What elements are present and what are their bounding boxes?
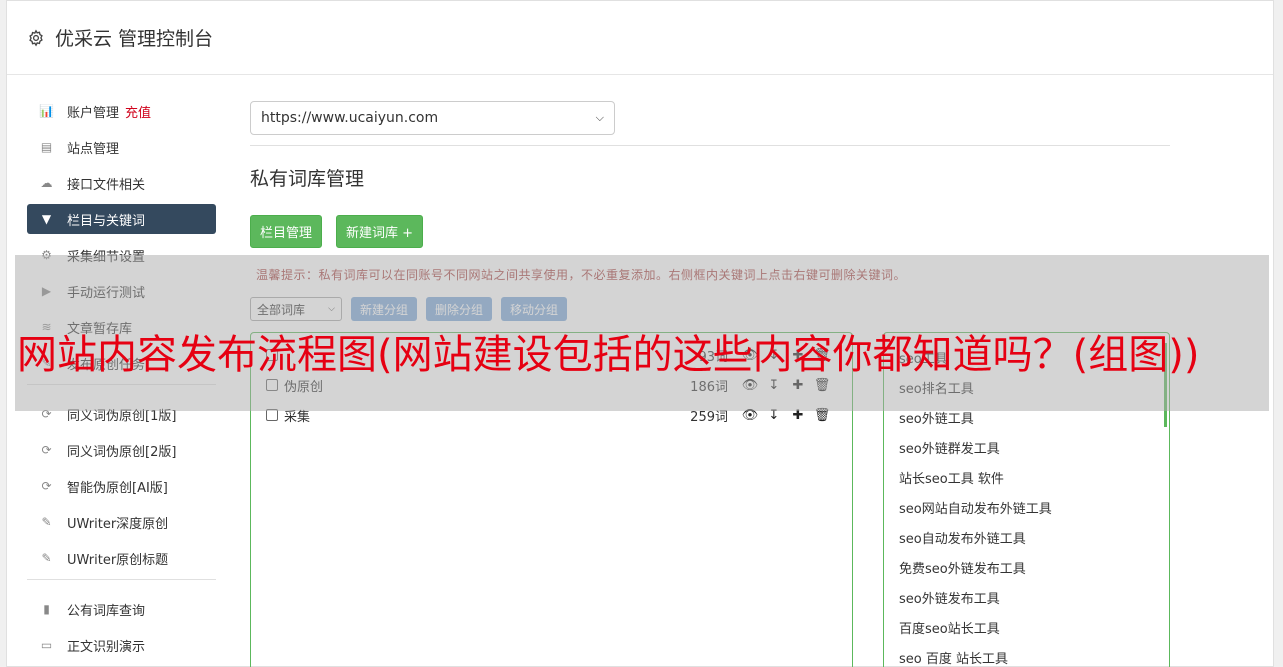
- sidebar-item[interactable]: ✎ UWriter原创标题: [27, 543, 216, 573]
- sidebar-item[interactable]: ▮ 公有词库查询: [27, 594, 216, 624]
- keyword-item[interactable]: 免费seo外链发布工具: [899, 558, 1026, 577]
- edit-icon: ✎: [41, 551, 52, 565]
- keyword-item[interactable]: 百度seo站长工具: [899, 618, 1000, 637]
- action-buttons: 栏目管理 新建词库 +: [250, 215, 1170, 248]
- keyword-item[interactable]: seo自动发布外链工具: [899, 528, 1026, 547]
- divider: [250, 145, 1170, 146]
- monitor-icon: ▭: [40, 638, 53, 652]
- gear-icon: [29, 29, 43, 46]
- refresh-icon: ⟳: [41, 479, 52, 493]
- top-bar: 优采云 管理控制台: [7, 1, 1273, 75]
- console-title: 优采云 管理控制台: [55, 28, 214, 50]
- page-title: 私有词库管理: [250, 168, 365, 190]
- keyword-item[interactable]: 站长seo工具 软件: [899, 468, 1004, 487]
- sidebar-item-label: 站点管理: [67, 141, 120, 157]
- recharge-link[interactable]: 充值: [125, 102, 151, 121]
- sidebar-item[interactable]: ⟳ 同义词伪原创[2版]: [27, 435, 216, 465]
- chevron-down-icon: ⌵: [595, 111, 604, 124]
- column-manage-button[interactable]: 栏目管理: [250, 215, 323, 248]
- site-select[interactable]: https://www.ucaiyun.com ⌵: [250, 101, 615, 135]
- keyword-item[interactable]: seo网站自动发布外链工具: [899, 498, 1052, 517]
- sidebar-item-label: 账户管理: [67, 105, 120, 121]
- bar-chart-icon: 📊: [39, 104, 54, 118]
- keyword-item[interactable]: seo 百度 站长工具: [899, 648, 1008, 667]
- keyword-item[interactable]: seo外链群发工具: [899, 438, 1000, 457]
- sidebar-item-label: UWriter深度原创: [67, 516, 169, 532]
- sidebar-item-label: 同义词伪原创[2版]: [67, 444, 177, 460]
- book-icon: ▮: [43, 602, 50, 616]
- keyword-item[interactable]: seo外链发布工具: [899, 588, 1000, 607]
- overlay-title: 网站内容发布流程图(网站建设包括的这些内容你都知道吗？(组图)): [17, 332, 1200, 378]
- sidebar-item[interactable]: ✎ UWriter深度原创: [27, 507, 216, 537]
- sidebar-item-label: 智能伪原创[AI版]: [67, 480, 168, 496]
- refresh-icon: ⟳: [41, 443, 52, 457]
- sidebar-item[interactable]: ▼ 栏目与关键词: [27, 204, 216, 234]
- new-library-button[interactable]: 新建词库 +: [336, 215, 424, 248]
- sidebar-item-label: UWriter原创标题: [67, 552, 169, 568]
- edit-icon: ✎: [41, 515, 52, 529]
- site-select-value: https://www.ucaiyun.com: [261, 110, 439, 126]
- sidebar-item[interactable]: ☁ 接口文件相关: [27, 168, 216, 198]
- filter-icon: ▼: [41, 212, 52, 226]
- sidebar-item-label: 公有词库查询: [67, 603, 146, 619]
- sidebar-item-label: 栏目与关键词: [67, 213, 146, 229]
- server-icon: ▤: [40, 140, 53, 154]
- cloud-upload-icon: ☁: [40, 176, 53, 190]
- sidebar-item[interactable]: ⟳ 智能伪原创[AI版]: [27, 471, 216, 501]
- sidebar-item[interactable]: 📊 账户管理 充值: [27, 96, 216, 126]
- sidebar-item[interactable]: ▭ 正文识别演示: [27, 630, 216, 660]
- sidebar-item[interactable]: ▤ 站点管理: [27, 132, 216, 162]
- sidebar-divider: [27, 579, 216, 580]
- sidebar-item-label: 接口文件相关: [67, 177, 146, 193]
- sidebar-item-label: 正文识别演示: [67, 639, 146, 655]
